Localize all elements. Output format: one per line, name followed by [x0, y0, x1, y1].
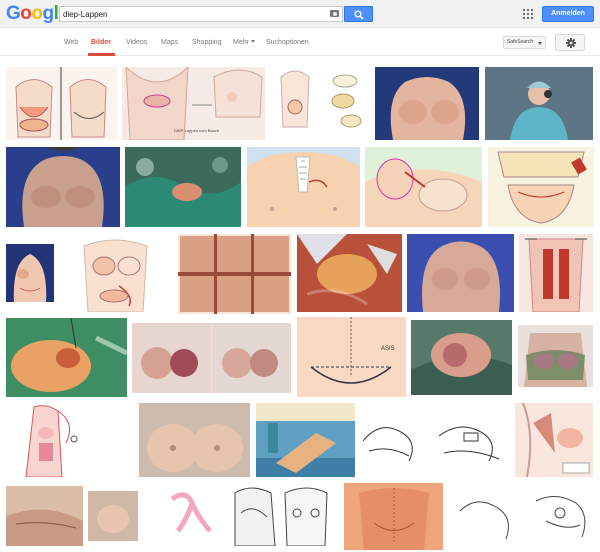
nav-bar: Web Bilder Videos Maps Shopping Mehr Suc… — [0, 29, 600, 56]
safesearch-dropdown[interactable]: SafeSearch — [503, 36, 546, 49]
image-result[interactable]: DIEP-Lappen vom Bauch — [122, 67, 265, 140]
image-result[interactable] — [344, 483, 443, 550]
search-icon — [354, 10, 364, 20]
image-result[interactable] — [132, 323, 291, 393]
tab-shopping[interactable]: Shopping — [192, 38, 222, 47]
image-result[interactable] — [6, 486, 83, 546]
tab-videos[interactable]: Videos — [126, 38, 147, 47]
gear-icon — [566, 38, 576, 48]
search-button[interactable] — [344, 6, 373, 22]
image-result[interactable] — [88, 491, 225, 541]
top-bar: Google Anmelden — [0, 0, 600, 28]
search-input[interactable] — [60, 7, 320, 21]
image-result[interactable] — [297, 234, 402, 312]
image-result[interactable] — [407, 234, 514, 312]
image-result[interactable] — [488, 147, 594, 227]
image-result[interactable] — [6, 318, 127, 397]
image-result[interactable] — [6, 147, 120, 227]
image-result[interactable] — [139, 403, 250, 477]
image-result[interactable] — [6, 67, 117, 140]
chevron-down-icon — [250, 40, 255, 43]
image-result[interactable] — [247, 147, 360, 227]
image-result[interactable] — [485, 67, 593, 140]
tab-bilder[interactable]: Bilder — [91, 38, 111, 47]
image-result[interactable] — [359, 411, 510, 469]
settings-button[interactable] — [555, 34, 585, 51]
image-result[interactable] — [411, 320, 512, 395]
image-result[interactable] — [518, 325, 593, 387]
image-result[interactable]: ASIS — [297, 317, 406, 397]
image-result[interactable] — [125, 147, 241, 227]
tab-web[interactable]: Web — [64, 38, 78, 47]
signin-button[interactable]: Anmelden — [542, 6, 594, 22]
tab-mehr[interactable]: Mehr — [233, 38, 255, 47]
image-result[interactable] — [6, 244, 54, 302]
camera-icon[interactable] — [330, 10, 339, 17]
tab-maps[interactable]: Maps — [161, 38, 178, 47]
image-result[interactable] — [256, 403, 355, 477]
tab-suchoptionen[interactable]: Suchoptionen — [266, 38, 309, 47]
chevron-down-icon — [538, 42, 542, 45]
image-result[interactable] — [375, 67, 479, 140]
image-result[interactable] — [271, 67, 369, 140]
image-result[interactable] — [519, 234, 593, 312]
image-caption: DIEP-Lappen vom Bauch — [174, 128, 220, 133]
image-result[interactable] — [178, 234, 291, 314]
active-tab-indicator — [88, 53, 115, 56]
image-result[interactable] — [231, 483, 330, 546]
image-result[interactable] — [59, 236, 172, 312]
svg-text:ASIS: ASIS — [381, 346, 395, 352]
image-result[interactable] — [6, 403, 134, 477]
image-result[interactable] — [515, 403, 593, 477]
apps-grid-icon[interactable] — [523, 9, 533, 19]
image-result[interactable] — [456, 491, 593, 543]
image-result[interactable] — [365, 147, 482, 227]
tab-mehr-label: Mehr — [233, 39, 249, 46]
safesearch-label: SafeSearch — [507, 39, 534, 45]
search-box — [59, 6, 343, 22]
